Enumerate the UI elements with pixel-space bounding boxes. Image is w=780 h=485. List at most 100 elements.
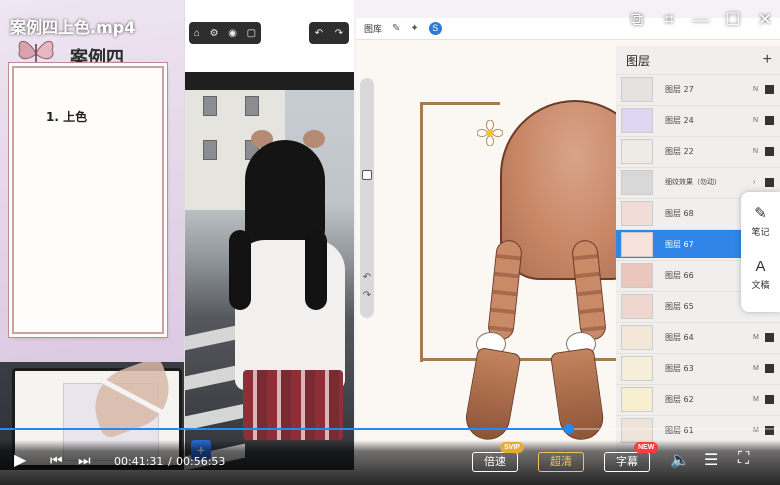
layer-thumbnail[interactable] xyxy=(621,231,653,257)
layer-thumbnail[interactable] xyxy=(621,355,653,381)
layer-blend-mode[interactable]: N xyxy=(753,86,765,93)
layer-thumbnail[interactable] xyxy=(621,262,653,288)
layer-name: 图层 67 xyxy=(665,239,694,249)
layer-visibility-checkbox[interactable] xyxy=(765,115,774,125)
layer-name: 图层 66 xyxy=(665,270,694,280)
play-icon[interactable]: ▶ xyxy=(14,450,26,470)
layer-blend-mode[interactable]: N xyxy=(753,117,765,124)
lesson-step: 1. 上色 xyxy=(46,110,88,124)
layer-visibility-checkbox[interactable] xyxy=(765,84,774,94)
undo-icon[interactable]: ↶ xyxy=(315,28,323,39)
layer-visibility-checkbox[interactable] xyxy=(765,363,774,373)
minimize-icon[interactable]: — xyxy=(692,10,710,30)
wrench-icon[interactable]: ✎ xyxy=(392,23,400,34)
progress-bar[interactable] xyxy=(0,424,780,434)
layer-thumbnail[interactable] xyxy=(621,417,653,443)
layer-visibility-checkbox[interactable] xyxy=(765,425,774,435)
settings-icon[interactable]: ⚙ xyxy=(210,28,219,39)
volume-icon[interactable]: 🔈 xyxy=(670,450,690,470)
eye-icon[interactable]: ◉ xyxy=(228,28,237,39)
transcript-button[interactable]: A 文稿 xyxy=(741,258,780,293)
new-badge: NEW xyxy=(634,442,659,453)
layer-thumbnail[interactable] xyxy=(621,169,653,195)
selection-tool-button[interactable]: S xyxy=(428,22,442,35)
frame-line xyxy=(420,358,630,361)
layer-name: 图层 61 xyxy=(665,425,694,435)
artwork-canvas[interactable] xyxy=(380,40,650,470)
layer-blend-mode[interactable]: M xyxy=(753,396,765,403)
reference-toolbar: ⌂ ⚙ ◉ ▢ xyxy=(189,22,261,44)
reference-panel: ⌂ ⚙ ◉ ▢ ↶ ↷ xyxy=(184,0,354,470)
frame-line xyxy=(420,102,423,362)
video-frame: 案例四 1. 上色 ⌂ ⚙ ◉ ▢ ↶ ↷ 图库 ✎ ✦ S ↶ ↷ 图层 + … xyxy=(0,0,780,485)
fullscreen-icon[interactable]: ⛶ xyxy=(738,450,749,468)
layer-thumbnail[interactable] xyxy=(621,293,653,319)
layer-visibility-checkbox[interactable] xyxy=(765,332,774,342)
layer-row[interactable]: 图层 27 N xyxy=(616,74,780,103)
lesson-paper: 1. 上色 xyxy=(12,66,164,334)
add-layer-button[interactable]: + xyxy=(763,51,772,69)
layer-blend-mode[interactable]: N xyxy=(753,148,765,155)
svip-badge: SVIP xyxy=(500,442,524,453)
total-time: 00:56:53 xyxy=(176,455,226,468)
layer-thumbnail[interactable] xyxy=(621,324,653,350)
layer-blend-mode[interactable]: M xyxy=(753,365,765,372)
maximize-icon[interactable]: ☐ xyxy=(724,10,742,30)
player-controls: ▶ ⏮ ⏭ 00:41:31 / 00:56:53 倍速 SVIP 超清 字幕 … xyxy=(0,440,780,485)
braid-artwork xyxy=(486,238,524,342)
girl-shirt-image xyxy=(235,240,345,390)
crop-icon[interactable]: ⌗ xyxy=(660,10,678,30)
layer-visibility-checkbox[interactable] xyxy=(765,394,774,404)
layer-row[interactable]: 图层 62 M xyxy=(616,384,780,413)
speed-button[interactable]: 倍速 xyxy=(472,452,518,472)
transcript-icon: A xyxy=(755,258,766,275)
magic-wand-icon[interactable]: ✦ xyxy=(410,23,418,34)
time-separator: / xyxy=(168,455,172,468)
pip-icon[interactable]: ⧉ xyxy=(628,10,646,30)
flower-icon xyxy=(477,120,503,146)
layer-row[interactable]: 图层 24 N xyxy=(616,105,780,134)
redo-icon[interactable]: ↷ xyxy=(360,290,374,301)
next-icon[interactable]: ⏭ xyxy=(78,452,91,469)
subtitle-button[interactable]: 字幕 xyxy=(604,452,650,472)
layer-row[interactable]: 图层 64 M xyxy=(616,322,780,351)
layer-name: 图层 64 xyxy=(665,332,694,342)
layer-thumbnail[interactable] xyxy=(621,107,653,133)
close-icon[interactable]: ✕ xyxy=(756,10,774,30)
layer-visibility-checkbox[interactable] xyxy=(765,146,774,156)
layers-title: 图层 xyxy=(626,53,651,68)
layer-thumbnail[interactable] xyxy=(621,386,653,412)
layer-name: 细纹效果（勿动） xyxy=(665,178,721,186)
notes-label: 笔记 xyxy=(751,228,770,238)
lock-icon[interactable]: ▢ xyxy=(247,28,256,39)
layer-name: 图层 24 xyxy=(665,115,694,125)
gallery-button[interactable]: 图库 xyxy=(364,22,382,35)
current-time: 00:41:31 xyxy=(114,455,164,468)
layer-name: 图层 68 xyxy=(665,208,694,218)
home-icon[interactable]: ⌂ xyxy=(194,28,200,39)
layer-row[interactable]: 图层 63 M xyxy=(616,353,780,382)
side-dock: ✎ 笔记 A 文稿 xyxy=(741,192,780,312)
note-edit-icon: ✎ xyxy=(754,205,767,222)
video-title: 案例四上色.mp4 xyxy=(10,18,136,37)
frame-line xyxy=(420,102,500,105)
layer-thumbnail[interactable] xyxy=(621,200,653,226)
layer-blend-mode[interactable]: M xyxy=(753,334,765,341)
undo-toolbar: ↶ ↷ xyxy=(309,22,349,44)
quality-button[interactable]: 超清 xyxy=(538,452,584,472)
layer-name: 图层 22 xyxy=(665,146,694,156)
layer-thumbnail[interactable] xyxy=(621,76,653,102)
previous-icon[interactable]: ⏮ xyxy=(50,452,63,469)
layer-visibility-checkbox[interactable] xyxy=(765,177,774,187)
playlist-icon[interactable]: ☰ xyxy=(704,450,718,470)
layer-name: 图层 63 xyxy=(665,363,694,373)
slider-knob[interactable] xyxy=(362,170,372,180)
reference-photo xyxy=(185,90,354,470)
layer-thumbnail[interactable] xyxy=(621,138,653,164)
layer-row[interactable]: 图层 22 N xyxy=(616,136,780,165)
redo-icon[interactable]: ↷ xyxy=(335,28,343,39)
lesson-slide: 案例四 1. 上色 xyxy=(0,0,184,362)
layer-blend-mode[interactable]: › xyxy=(753,179,765,186)
undo-icon[interactable]: ↶ xyxy=(360,272,374,283)
notes-button[interactable]: ✎ 笔记 xyxy=(741,204,780,240)
